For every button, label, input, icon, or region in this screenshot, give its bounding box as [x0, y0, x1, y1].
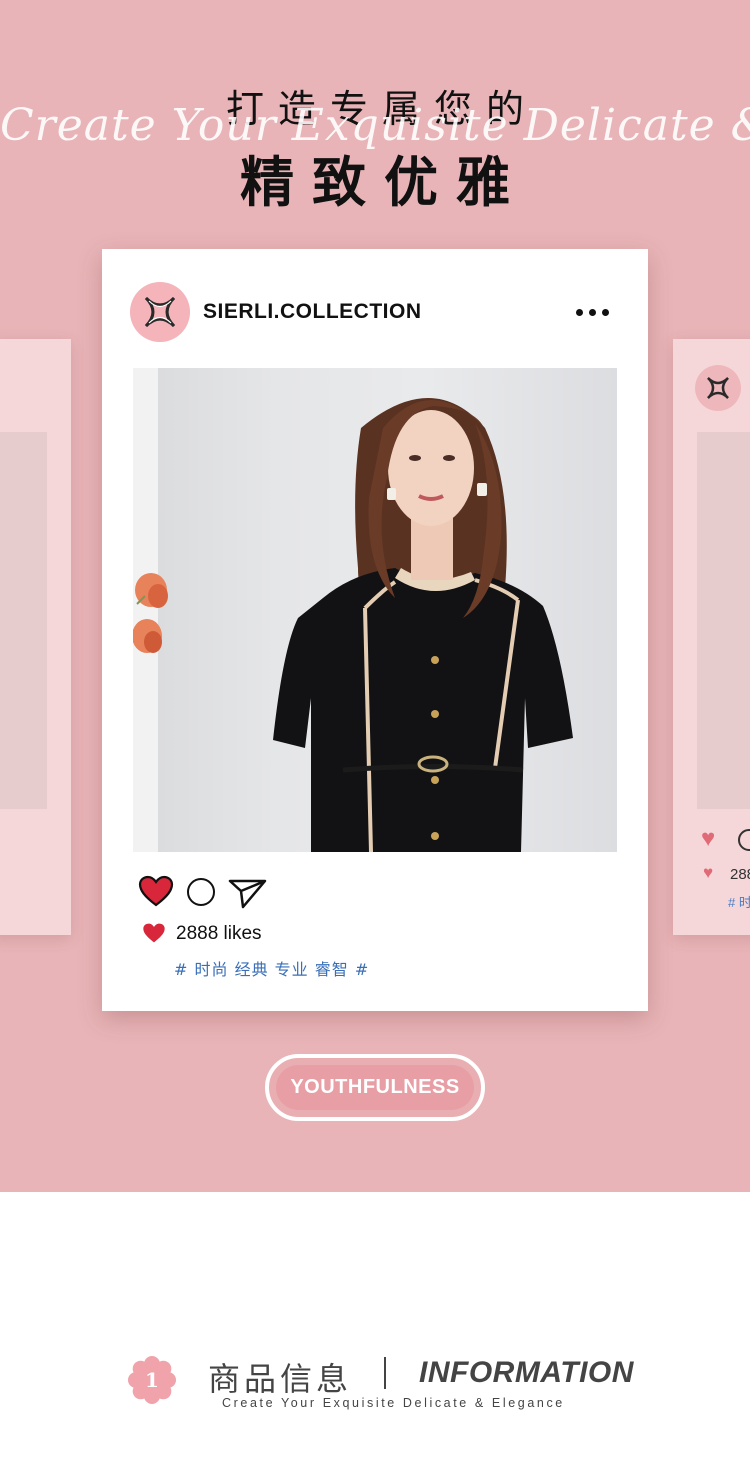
likes-count-partial: 288: [730, 866, 750, 883]
post-username[interactable]: SIERLI.COLLECTION: [203, 300, 422, 324]
youthfulness-badge[interactable]: YOUTHFULNESS: [265, 1054, 485, 1121]
info-subtitle: Create Your Exquisite Delicate & Eleganc…: [222, 1396, 565, 1410]
info-number: 1: [145, 1368, 159, 1392]
divider: [384, 1357, 386, 1389]
post-card: SIERLI.COLLECTION 2888 likes # 时尚 经典 专业 …: [102, 249, 648, 1011]
info-title-cn: 商品信息: [208, 1360, 353, 1398]
brand-logo-icon: [144, 296, 176, 328]
number-one-flower-icon: 1: [128, 1356, 176, 1404]
heart-icon[interactable]: ♥: [701, 827, 715, 851]
more-dots-icon[interactable]: [576, 309, 609, 316]
title-main: 精致优雅: [240, 151, 528, 214]
side-card-right[interactable]: ♥ ♥ 288 # 时: [673, 339, 750, 935]
hero-section: 打造专属您的 Create Your Exquisite Delicate & …: [0, 0, 750, 1192]
info-title-en: INFORMATION: [419, 1356, 634, 1389]
info-section: 1 商品信息 INFORMATION Create Your Exquisite…: [0, 1192, 750, 1461]
heart-icon[interactable]: [138, 875, 174, 907]
likes-heart-icon: [143, 923, 165, 943]
comment-icon[interactable]: [187, 878, 215, 906]
comment-icon[interactable]: [738, 829, 750, 851]
avatar[interactable]: [130, 282, 190, 342]
side-card-right-photo: [697, 432, 750, 809]
likes-heart-icon: ♥: [703, 863, 714, 882]
share-icon[interactable]: [228, 877, 268, 909]
likes-count: 2888 likes: [176, 923, 262, 944]
side-card-left-photo: [0, 432, 47, 809]
post-hashtags[interactable]: # 时尚 经典 专业 睿智 #: [174, 956, 369, 980]
post-photo: [133, 368, 617, 852]
side-card-left[interactable]: [0, 339, 71, 935]
tags-partial: # 时: [728, 895, 750, 910]
brand-logo-icon: [695, 365, 741, 411]
badge-label: YOUTHFULNESS: [290, 1076, 460, 1098]
